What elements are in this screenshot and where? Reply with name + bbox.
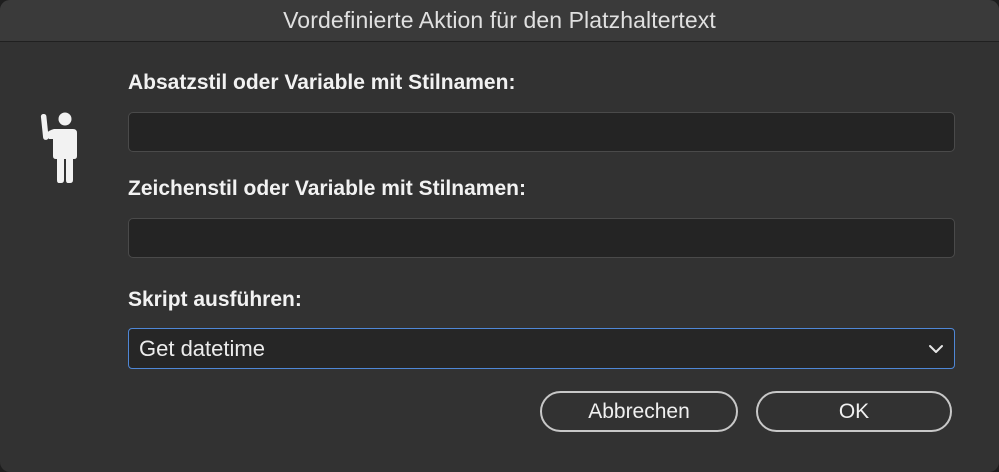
run-script-selected-value: Get datetime [139,335,265,361]
cancel-button[interactable]: Abbrechen [540,391,738,432]
ok-button[interactable]: OK [756,391,952,432]
character-style-input[interactable] [128,218,955,258]
run-script-dropdown[interactable]: Get datetime [128,328,955,369]
title-bar: Vordefinierte Aktion für den Platzhalter… [0,0,999,42]
paragraph-style-label: Absatzstil oder Variable mit Stilnamen: [128,71,516,94]
character-style-label: Zeichenstil oder Variable mit Stilnamen: [128,177,526,200]
paragraph-style-input[interactable] [128,112,955,152]
run-script-label: Skript ausführen: [128,288,302,311]
chevron-down-icon [929,344,943,353]
dialog-window: Vordefinierte Aktion für den Platzhalter… [0,0,999,472]
window-title: Vordefinierte Aktion für den Platzhalter… [283,7,716,33]
person-raising-hand-icon [40,112,77,183]
